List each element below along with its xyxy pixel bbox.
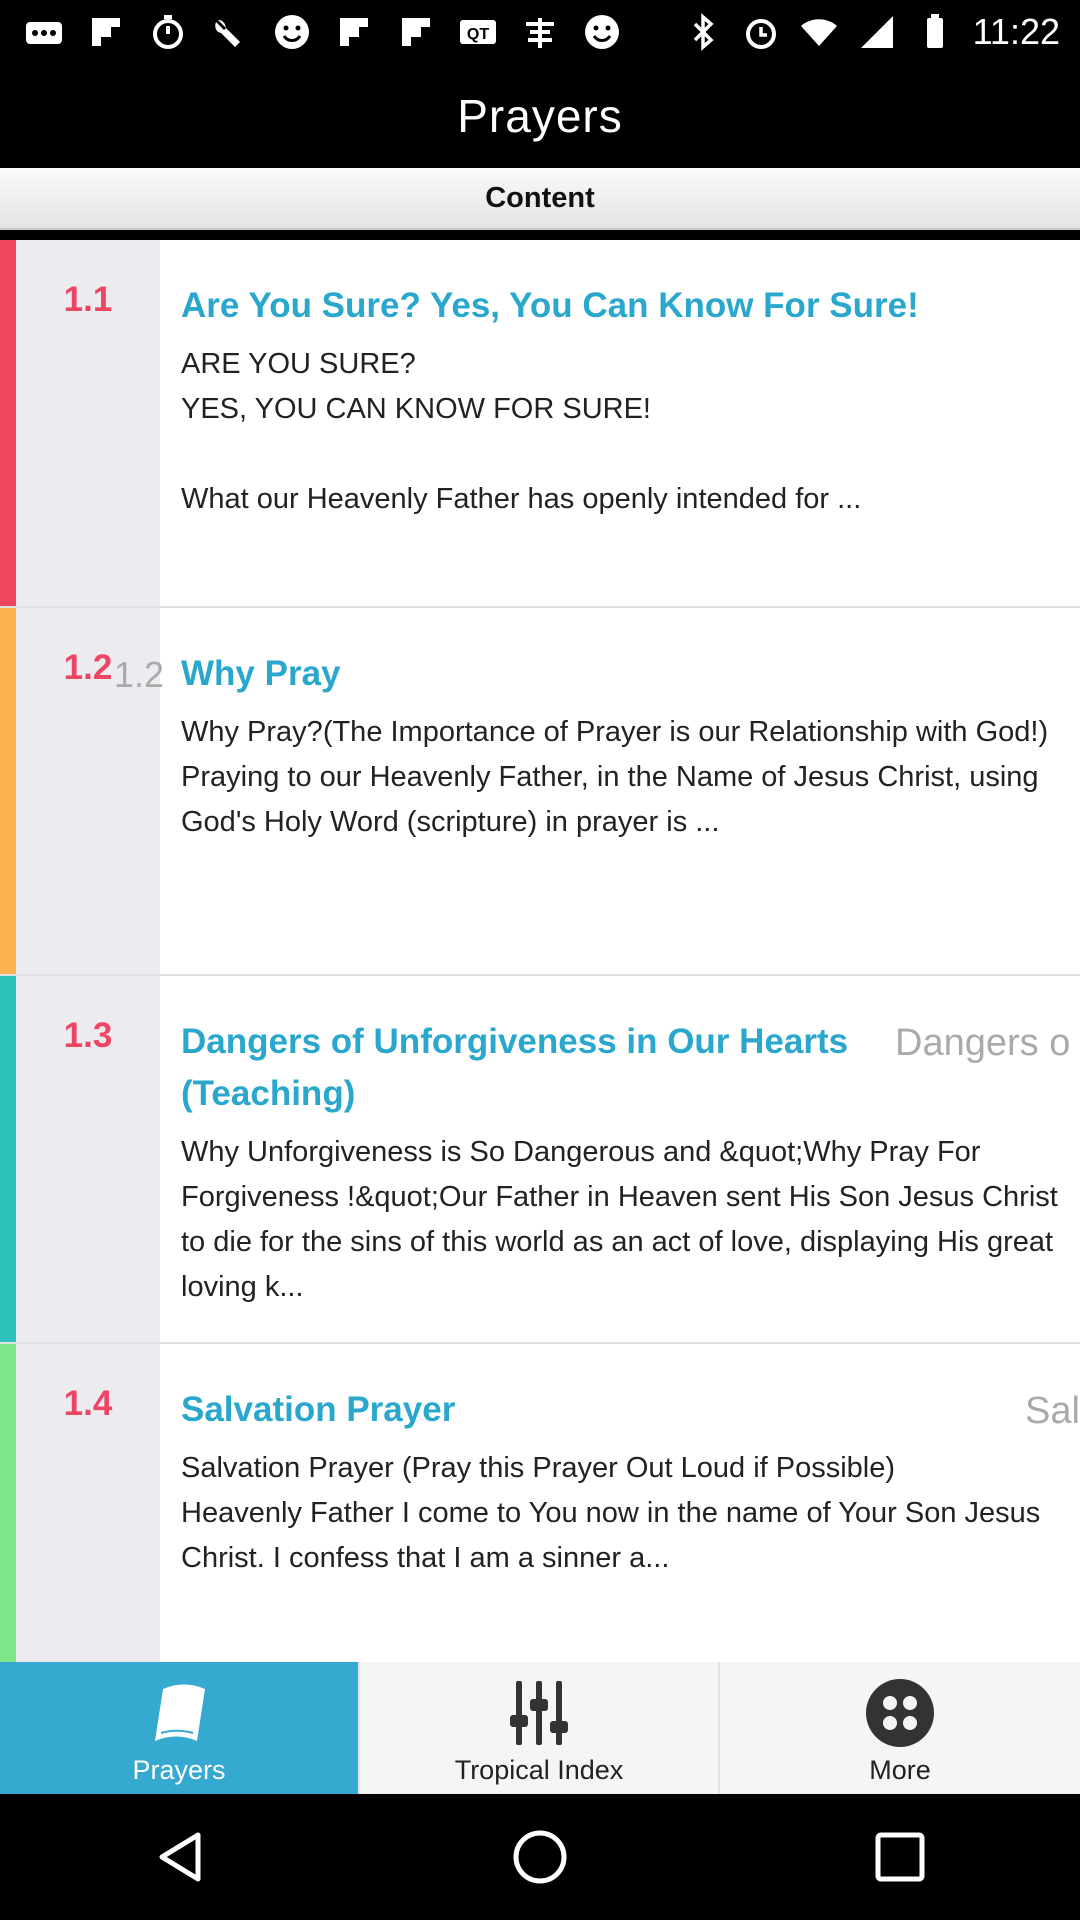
book-icon [141,1675,217,1751]
prayer-list[interactable]: 1.1 Are You Sure? Yes, You Can Know For … [0,240,1080,1662]
list-item[interactable]: 1.1 Are You Sure? Yes, You Can Know For … [0,240,1080,608]
system-icons: 11:22 [683,8,1060,56]
signal-icon [857,12,897,52]
item-title[interactable]: Are You Sure? Yes, You Can Know For Sure… [181,280,1061,332]
smiley-icon [582,12,622,52]
bottom-tab-bar: Prayers Tropical Index More [0,1662,1080,1794]
item-color-stripe [0,608,16,974]
item-preview: ARE YOU SURE? YES, YOU CAN KNOW FOR SURE… [181,348,862,515]
content-section-bar: Content [0,168,1080,230]
alarm-icon [741,12,781,52]
page-title: Prayers [457,90,623,142]
tab-tropical-index[interactable]: Tropical Index [360,1662,718,1794]
item-number: 1.3 [63,1016,113,1055]
item-color-stripe [0,240,16,606]
more-dots-icon [24,12,64,52]
list-item[interactable]: 1.2 1.2 Why Pray Why Pray?(The Importanc… [0,608,1080,976]
recents-icon[interactable] [855,1812,945,1902]
wrench-icon [210,12,250,52]
list-item[interactable]: 1.3 Dangers of Unforgiveness in Our Hear… [0,976,1080,1344]
item-preview: Why Pray?(The Importance of Prayer is ou… [181,716,1049,838]
tab-more[interactable]: More [720,1662,1080,1794]
notification-icons: QT [24,8,622,56]
home-icon[interactable] [495,1812,585,1902]
tab-label: More [869,1755,931,1785]
tab-prayers[interactable]: Prayers [0,1662,358,1794]
item-ghost-number: 1.2 [114,654,165,695]
item-title[interactable]: Salvation Prayer [181,1384,1061,1436]
sliders-icon [501,1675,577,1751]
smiley-icon [272,12,312,52]
item-color-stripe [0,976,16,1342]
item-number: 1.4 [63,1384,113,1423]
back-icon[interactable] [135,1812,225,1902]
tab-label: Tropical Index [454,1755,624,1785]
wifi-icon [799,12,839,52]
flipboard-icon [334,12,374,52]
grid-dots-icon [862,1675,938,1751]
list-item[interactable]: 1.4 Salvation Prayer Sal Salvation Praye… [0,1344,1080,1662]
bluetooth-icon [683,12,723,52]
item-title[interactable]: Dangers of Unforgiveness in Our Hearts (… [181,1016,941,1120]
item-preview: Salvation Prayer (Pray this Prayer Out L… [181,1452,1041,1574]
flipboard-icon [86,12,126,52]
jp-icon [520,12,560,52]
item-title[interactable]: Why Pray [181,648,1061,700]
battery-icon [915,12,955,52]
item-color-stripe [0,1344,16,1662]
system-nav-bar [0,1794,1080,1920]
qt-icon: QT [458,12,498,52]
item-ghost-title: Sal [1025,1390,1080,1432]
timer-icon [148,12,188,52]
flipboard-icon [396,12,436,52]
svg-text:QT: QT [467,26,489,43]
status-bar: QT 11:22 [0,0,1080,64]
item-number-column: 1.4 [16,1344,160,1662]
status-clock: 11:22 [972,11,1060,52]
content-label: Content [485,181,595,214]
item-number: 1.1 [63,280,113,319]
item-number-column: 1.3 [16,976,160,1342]
item-ghost-title: Dangers o [895,1022,1071,1064]
item-number-column: 1.1 [16,240,160,606]
app-header: Prayers [0,64,1080,168]
tab-label: Prayers [132,1755,226,1785]
item-preview: Why Unforgiveness is So Dangerous and &q… [181,1136,1058,1303]
